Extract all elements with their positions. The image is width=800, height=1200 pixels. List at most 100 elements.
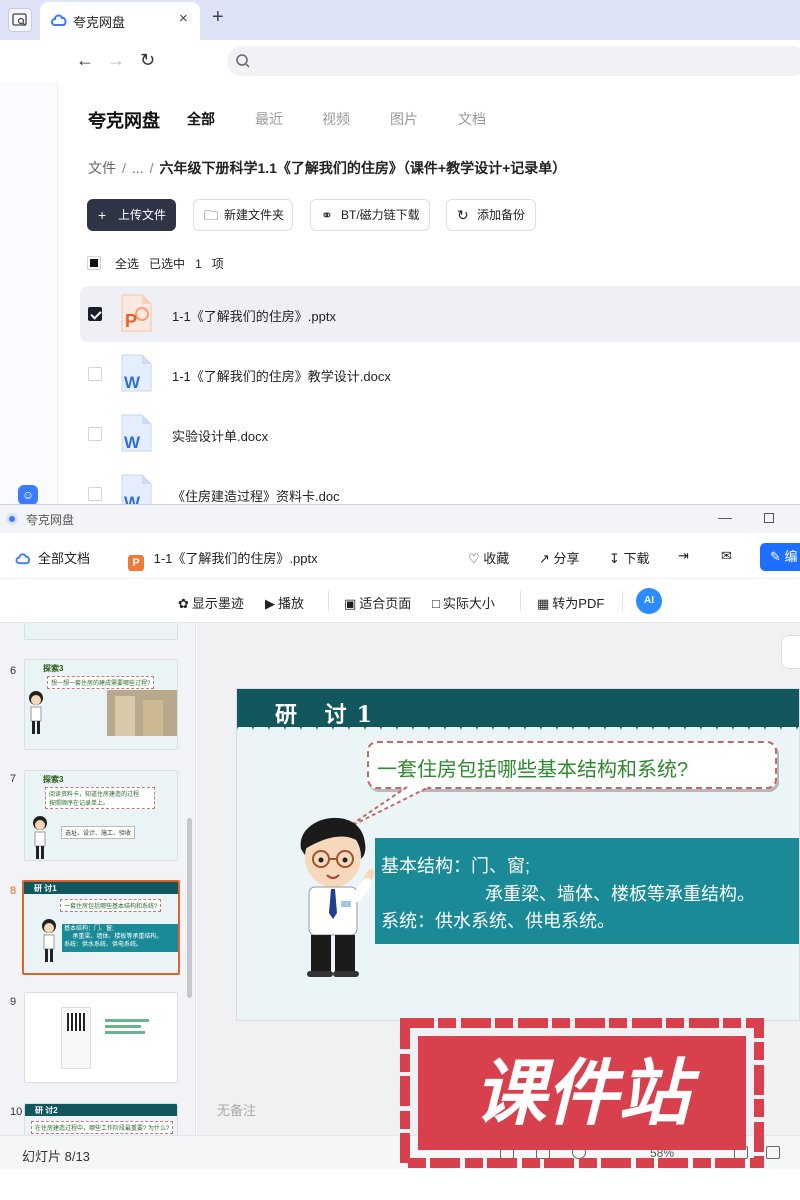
ai-icon[interactable]: AI <box>636 588 662 614</box>
file-name[interactable]: 1-1《了解我们的住房》教学设计.docx <box>172 366 391 385</box>
search-icon <box>236 54 250 68</box>
nav-video[interactable]: 视频 <box>322 109 350 129</box>
fit-page-button[interactable]: ▣ 适合页面 <box>344 593 411 612</box>
brand-logo: 夸克网盘 <box>88 111 160 131</box>
svg-text:P: P <box>125 311 137 331</box>
download-button[interactable]: ↧ 下载 <box>609 548 650 567</box>
viewer-title-bar: 夸克网盘 — <box>0 505 800 533</box>
file-checkbox[interactable] <box>88 307 102 321</box>
breadcrumb-root[interactable]: 文件 <box>88 160 116 176</box>
actual-size-button[interactable]: □ 实际大小 <box>432 593 495 612</box>
file-checkbox[interactable] <box>88 427 102 441</box>
slide-number: 7 <box>10 773 17 785</box>
sidebar-toggle-icon[interactable] <box>781 635 800 669</box>
cloud-icon <box>51 14 67 26</box>
show-ink-button[interactable]: ✿ 显示墨迹 <box>178 593 244 612</box>
scallop-border <box>237 727 799 739</box>
teacher-cartoon <box>300 817 375 977</box>
viewer-toolbar: 全部文档 P 1-1《了解我们的住房》.pptx ♡ 收藏 ↗ 分享 ↧ 下载 … <box>0 533 800 579</box>
slide-number: 10 <box>10 1106 23 1118</box>
convert-pdf-button[interactable]: ▦ 转为PDF <box>537 593 604 612</box>
new-folder-button[interactable]: 🗀 新建文件夹 <box>193 199 293 231</box>
open-external-icon[interactable]: ⇥ <box>678 548 689 564</box>
reload-icon[interactable]: ↻ <box>140 50 155 71</box>
bt-download-button[interactable]: ⚭ BT/磁力链下载 <box>310 199 430 231</box>
cloud-icon <box>15 553 30 565</box>
upload-button[interactable]: + 上传文件 <box>87 199 176 231</box>
selection-summary: 全选 已选中 1 项 <box>115 257 224 271</box>
qr-code <box>67 1013 85 1031</box>
feather-icon: ✿ <box>178 596 189 611</box>
breadcrumb-ellipsis[interactable]: ... <box>132 160 144 176</box>
favorite-button[interactable]: ♡ 收藏 <box>468 548 509 567</box>
folder-plus-icon: 🗀 <box>204 207 218 223</box>
play-icon: ▶ <box>265 596 275 611</box>
file-row-docx[interactable]: W 1-1《了解我们的住房》教学设计.docx <box>80 346 800 402</box>
all-docs-button[interactable]: 全部文档 <box>14 548 90 567</box>
nav-all[interactable]: 全部 <box>187 109 215 129</box>
answer-box: 基本结构：门、窗; 承重梁、墙体、楼板等承重结构。 系统：供水系统、供电系统。 <box>375 838 799 944</box>
add-backup-button[interactable]: ↻ 添加备份 <box>446 199 536 231</box>
file-name[interactable]: 《住房建造过程》资料卡.doc <box>172 486 340 505</box>
slide-thumbnail[interactable]: 探索3 阅读资料卡，知道住房建造的过程 按照顺序在记录单上。 选址、设计、施工、验… <box>24 770 178 861</box>
slide-thumbnail[interactable] <box>24 623 178 640</box>
edit-button[interactable]: ✎ 编 <box>760 543 800 571</box>
slide-thumbnail-selected[interactable]: 研 讨1 一套住房包括哪些基本结构和系统? 基本结构：门、窗; 承重梁、墙体、楼… <box>22 880 180 975</box>
forward-icon[interactable]: → <box>107 50 125 71</box>
close-tab-icon[interactable]: × <box>179 10 188 27</box>
file-row-docx[interactable]: W 实验设计单.docx <box>80 406 800 462</box>
share-icon: ↗ <box>539 551 550 566</box>
comment-icon[interactable]: ✉ <box>721 548 732 564</box>
slide-notes[interactable]: 无备注 <box>217 1100 256 1119</box>
back-icon[interactable]: ← <box>76 50 94 71</box>
svg-text:W: W <box>124 433 141 452</box>
assistant-icon[interactable]: ☺ <box>18 485 38 505</box>
thumbnail-scrollbar[interactable] <box>187 818 192 998</box>
browser-tab-bar: 夸克网盘 × + <box>0 0 800 40</box>
tab-search-icon[interactable] <box>8 8 32 32</box>
slide-thumbnail[interactable]: 探索3 想一想一套住房的建成需要哪些过程? <box>24 659 178 750</box>
watermark-stamp: 课件站 <box>400 1018 764 1168</box>
file-name[interactable]: 实验设计单.docx <box>172 426 268 445</box>
browser-tab[interactable]: 夸克网盘 × <box>40 2 200 40</box>
watermark-text: 课件站 <box>474 1051 700 1135</box>
answer-line-2: 承重梁、墙体、楼板等承重结构。 <box>485 884 755 904</box>
download-icon: ↧ <box>609 551 620 566</box>
nav-docs[interactable]: 文档 <box>458 109 486 129</box>
file-checkbox[interactable] <box>88 367 102 381</box>
file-row-pptx[interactable]: P 1-1《了解我们的住房》.pptx <box>80 286 800 342</box>
fullscreen-icon[interactable] <box>766 1146 780 1159</box>
pdf-icon: ▦ <box>537 596 550 611</box>
select-all-checkbox[interactable] <box>87 256 101 270</box>
play-button[interactable]: ▶ 播放 <box>265 593 304 612</box>
answer-line-3: 系统：供水系统、供电系统。 <box>381 911 615 931</box>
file-checkbox[interactable] <box>88 487 102 501</box>
slide-thumbnail-panel: 6 探索3 想一想一套住房的建成需要哪些过程? 7 探索3 阅读资料卡，知道住房… <box>0 623 196 1135</box>
building-photo <box>107 690 177 736</box>
app-icon <box>6 513 18 525</box>
slide-thumbnail[interactable] <box>24 992 178 1083</box>
fit-page-icon: ▣ <box>344 596 357 611</box>
actual-size-icon: □ <box>432 596 440 611</box>
maximize-icon[interactable] <box>764 513 774 523</box>
nav-image[interactable]: 图片 <box>390 109 418 129</box>
current-slide: 研 讨1 一套住房包括哪些基本结构和系统? 基本结构：门、窗; 承重梁、墙体、楼… <box>236 688 800 1021</box>
sync-icon: ↻ <box>457 207 469 223</box>
heart-icon: ♡ <box>468 551 480 566</box>
docx-file-icon: W <box>121 354 152 392</box>
file-name[interactable]: 1-1《了解我们的住房》.pptx <box>172 306 336 325</box>
slide-thumbnail[interactable]: 研 讨2 在住房建造过程中，哪些工作阶段最重要? 为什么? <box>24 1103 178 1135</box>
new-tab-button[interactable]: + <box>212 6 224 29</box>
pptx-badge-icon: P <box>128 555 144 571</box>
answer-line-1: 基本结构：门、窗; <box>381 856 531 876</box>
left-gutter <box>0 82 58 512</box>
breadcrumb: 文件 /... / 六年级下册科学1.1《了解我们的住房》（课件+教学设计+记录单） <box>88 160 567 176</box>
pptx-file-icon: P <box>121 294 152 332</box>
address-bar[interactable] <box>227 46 800 76</box>
minimize-icon[interactable]: — <box>718 509 732 525</box>
browser-nav-bar: ← → ↻ <box>0 40 800 82</box>
nav-recent[interactable]: 最近 <box>255 109 283 129</box>
share-button[interactable]: ↗ 分享 <box>539 548 580 567</box>
slide-title: 研 讨1 <box>275 702 382 728</box>
viewer-subtoolbar: ✿ 显示墨迹 ▶ 播放 ▣ 适合页面 □ 实际大小 ▦ 转为PDF AI <box>0 579 800 623</box>
